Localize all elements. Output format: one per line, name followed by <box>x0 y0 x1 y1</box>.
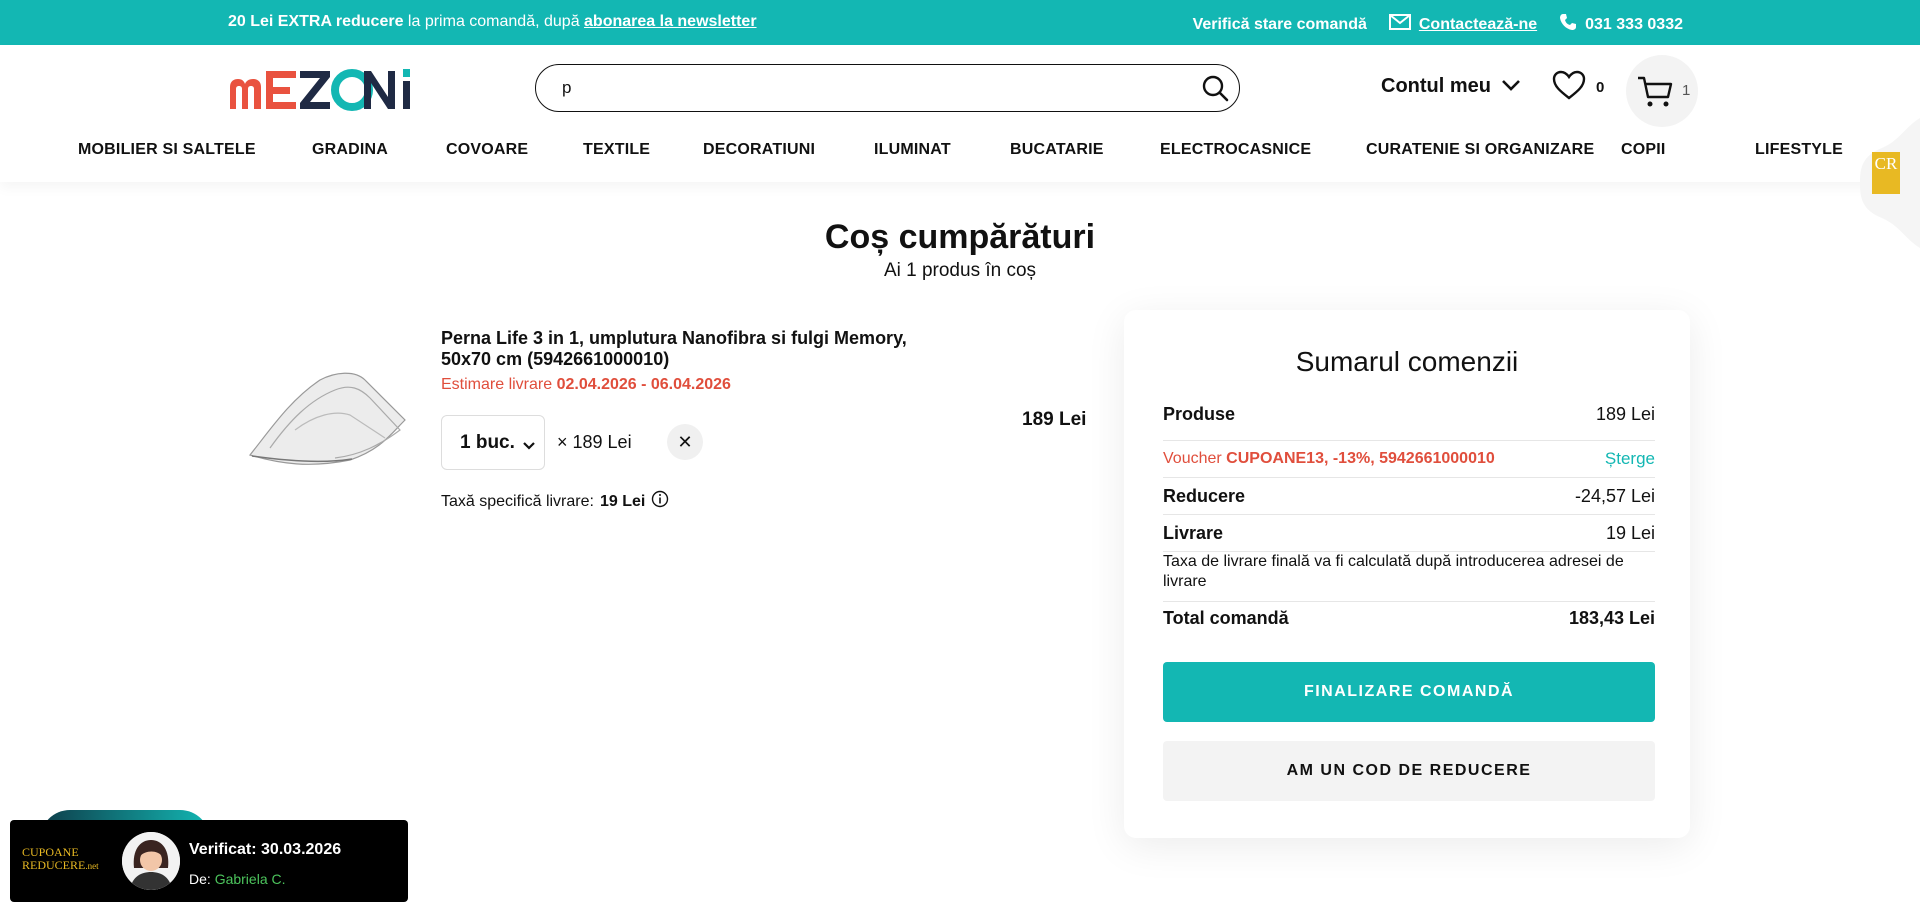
remove-item-button[interactable]: ✕ <box>667 424 703 460</box>
check-order-link[interactable]: Verifică stare comandă <box>1193 16 1367 34</box>
contact-label: Contactează-ne <box>1418 15 1538 33</box>
account-menu[interactable]: Contul meu <box>1381 75 1521 98</box>
unit-price: × 189 Lei <box>557 432 632 452</box>
remove-voucher-link[interactable]: Șterge <box>1605 449 1655 469</box>
shipping-fee-value: 19 Lei <box>599 492 646 510</box>
delivery-label: Livrare <box>1163 522 1224 543</box>
voucher-label: Voucher <box>1163 450 1227 467</box>
promo-text: la prima comandă, după <box>403 13 585 30</box>
contact-link[interactable]: Contactează-ne <box>1388 14 1538 35</box>
promo-amount: 20 Lei EXTRA reducere <box>228 13 404 30</box>
phone-icon <box>1559 13 1577 36</box>
summary-title: Sumarul comenzii <box>1295 346 1519 377</box>
close-icon: ✕ <box>677 432 693 452</box>
logo-line-2: REDUCERE.net <box>22 858 99 872</box>
nav-item-textile[interactable]: TEXTILE <box>583 141 650 159</box>
promo-message: 20 Lei EXTRA reducere la prima comandă, … <box>228 13 757 31</box>
nav-item-mobilier[interactable]: MOBILIER SI SALTELE <box>78 141 256 159</box>
voucher-info: Voucher CUPOANE13, -13%, 5942661000010 <box>1163 450 1495 468</box>
nav-item-gradina[interactable]: GRADINA <box>312 141 388 159</box>
cart-item-count: Ai 1 produs în coș <box>883 260 1037 281</box>
discount-code-button[interactable]: AM UN COD DE REDUCERE <box>1163 741 1655 801</box>
site-header: Contul meu 0 1 MOBILIER SI SALTELE GRADI… <box>0 45 1920 182</box>
wishlist-button[interactable]: 0 <box>1552 70 1604 104</box>
nav-item-electrocasnice[interactable]: ELECTROCASNICE <box>1160 141 1311 159</box>
wishlist-count: 0 <box>1596 78 1605 96</box>
summary-row-products: Produse 189 Lei <box>1163 404 1655 441</box>
coupon-verified-widget[interactable]: CUPOANE REDUCERE.net Verificat: 30.03.20… <box>10 820 408 902</box>
search-icon[interactable] <box>1201 74 1229 102</box>
info-icon[interactable] <box>651 490 669 513</box>
coupon-badge: CR <box>1872 152 1900 194</box>
delivery-estimate-dates: 02.04.2026 - 06.04.2026 <box>556 376 731 393</box>
search-bar <box>535 64 1240 112</box>
nav-item-lifestyle[interactable]: LIFESTYLE <box>1755 141 1843 159</box>
page-title: Coș cumpărături <box>824 218 1096 256</box>
chevron-down-icon <box>522 435 536 457</box>
line-total-price: 189 Lei <box>1022 409 1087 430</box>
discount-label: Reducere <box>1163 485 1246 506</box>
phone-link[interactable]: 031 333 0332 <box>1559 13 1683 36</box>
nav-item-covoare[interactable]: COVOARE <box>446 141 528 159</box>
nav-item-bucatarie[interactable]: BUCATARIE <box>1010 141 1104 159</box>
summary-row-total: Total comandă 183,43 Lei <box>1163 608 1655 644</box>
verified-by-label: De: <box>189 871 215 887</box>
verified-date: Verificat: 30.03.2026 <box>189 841 342 858</box>
cupoane-reducere-logo: CUPOANE REDUCERE.net <box>22 846 120 876</box>
search-input[interactable] <box>562 77 1162 99</box>
delivery-note: Taxa de livrare finală va fi calculată d… <box>1163 552 1655 602</box>
newsletter-link[interactable]: abonarea la newsletter <box>584 13 757 30</box>
cart-button[interactable]: 1 <box>1626 55 1698 127</box>
shipping-fee-label: Taxă specifică livrare: <box>441 492 594 510</box>
verified-by-name: Gabriela C. <box>214 871 286 887</box>
order-summary: Sumarul comenzii Produse 189 Lei Voucher… <box>1124 310 1690 838</box>
check-order-label: Verifică stare comandă <box>1192 15 1367 33</box>
delivery-estimate: Estimare livrare 02.04.2026 - 06.04.2026 <box>441 376 731 394</box>
heart-icon <box>1552 70 1586 104</box>
verified-by: De: Gabriela C. <box>189 871 286 887</box>
promo-bar: 20 Lei EXTRA reducere la prima comandă, … <box>0 0 1920 45</box>
nav-item-decoratiuni[interactable]: DECORATIUNI <box>703 141 815 159</box>
phone-number: 031 333 0332 <box>1585 15 1683 33</box>
specific-shipping-fee: Taxă specifică livrare: 19 Lei <box>441 490 669 513</box>
cart-count: 1 <box>1682 82 1691 99</box>
products-label: Produse <box>1163 404 1236 424</box>
mezoni-logo[interactable] <box>228 63 418 113</box>
avatar <box>122 832 180 890</box>
voucher-code: CUPOANE13, -13%, 5942661000010 <box>1226 450 1495 467</box>
total-value: 183,43 Lei <box>1568 608 1655 628</box>
checkout-button[interactable]: FINALIZARE COMANDĂ <box>1163 662 1655 722</box>
summary-row-discount: Reducere -24,57 Lei <box>1163 478 1655 515</box>
products-value: 189 Lei <box>1595 404 1655 424</box>
account-label: Contul meu <box>1381 75 1491 97</box>
product-name[interactable]: Perna Life 3 in 1, umplutura Nanofibra s… <box>441 328 961 370</box>
nav-item-copii[interactable]: COPII <box>1621 141 1666 159</box>
delivery-value: 19 Lei <box>1605 522 1655 543</box>
logo-suffix: .net <box>85 861 99 871</box>
total-label: Total comandă <box>1163 608 1289 628</box>
nav-item-curatenie[interactable]: CURATENIE SI ORGANIZARE <box>1366 141 1594 159</box>
chevron-down-icon <box>1501 75 1521 98</box>
summary-row-delivery: Livrare 19 Lei <box>1163 515 1655 552</box>
summary-row-voucher: Voucher CUPOANE13, -13%, 5942661000010 Ș… <box>1163 441 1655 478</box>
discount-value: -24,57 Lei <box>1574 485 1655 506</box>
promo-links: Verifică stare comandă Contactează-ne 03… <box>1193 13 1683 36</box>
main-nav: MOBILIER SI SALTELE GRADINA COVOARE TEXT… <box>0 141 1920 181</box>
quantity-value: 1 buc. <box>460 431 515 453</box>
quantity-select[interactable]: 1 buc. <box>441 415 545 470</box>
delivery-estimate-label: Estimare livrare <box>441 376 557 393</box>
nav-item-iluminat[interactable]: ILUMINAT <box>874 141 951 159</box>
product-image[interactable] <box>240 360 410 470</box>
envelope-icon <box>1388 14 1411 35</box>
